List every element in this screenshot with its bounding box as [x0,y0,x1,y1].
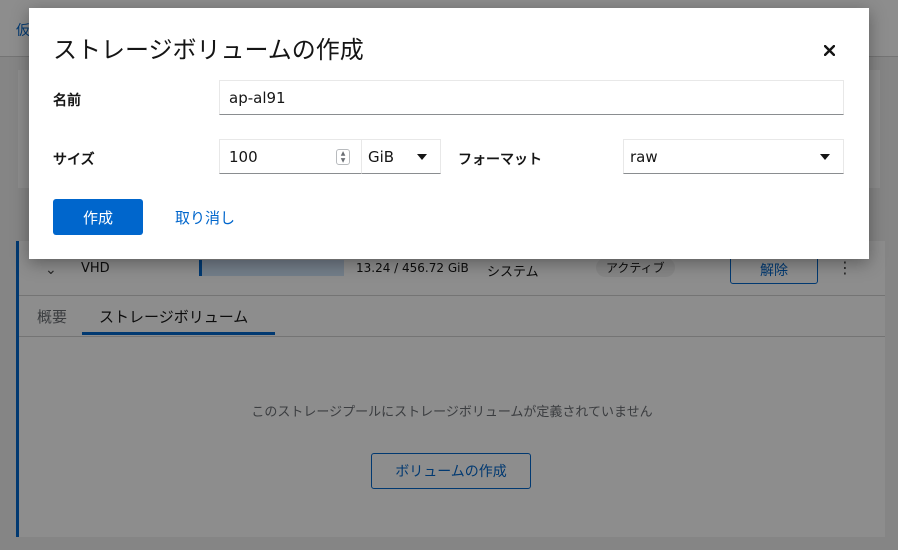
name-input-value: ap-al91 [229,88,286,107]
size-unit-value: GiB [368,147,395,166]
caret-down-icon [417,154,427,160]
caret-down-icon [820,154,830,160]
size-label: サイズ [53,152,95,168]
size-input[interactable]: 100 ▲ ▼ [219,139,362,174]
close-icon [823,44,835,56]
close-button[interactable] [815,36,843,64]
size-unit-select[interactable]: GiB [361,139,441,174]
name-input[interactable]: ap-al91 [219,80,844,115]
cancel-button[interactable]: 取り消し [175,207,235,228]
format-label: フォーマット [458,152,542,168]
dialog-title: ストレージボリュームの作成 [53,36,364,64]
size-input-value: 100 [229,147,258,166]
name-label: 名前 [53,93,81,109]
spinner-up-icon[interactable]: ▲ [341,150,346,157]
create-button[interactable]: 作成 [53,199,143,235]
spinner-down-icon[interactable]: ▼ [341,157,346,164]
create-volume-dialog: ストレージボリュームの作成 名前 ap-al91 サイズ 100 ▲ ▼ GiB… [29,8,869,259]
format-select[interactable]: raw [623,139,844,174]
format-value: raw [630,147,658,166]
size-spinner[interactable]: ▲ ▼ [336,149,350,165]
